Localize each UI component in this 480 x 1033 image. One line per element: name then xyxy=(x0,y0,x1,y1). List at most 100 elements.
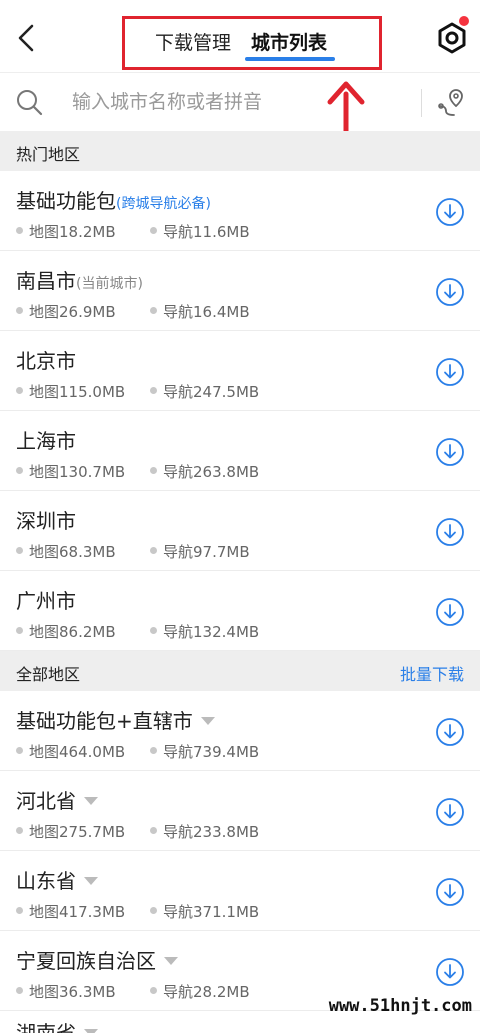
download-icon xyxy=(436,598,464,626)
map-size-text: 地图130.7MB xyxy=(29,463,126,481)
bullet-dot xyxy=(16,987,23,994)
download-button[interactable] xyxy=(435,437,465,467)
nav-size-text: 导航233.8MB xyxy=(163,823,260,841)
region-name: 湖南省 xyxy=(16,1021,76,1033)
caret-down-icon[interactable] xyxy=(84,876,98,885)
bullet-dot xyxy=(16,227,23,234)
notification-dot xyxy=(459,16,469,26)
caret-down-icon[interactable] xyxy=(84,1028,98,1033)
caret-down-icon[interactable] xyxy=(164,956,178,965)
region-name-wrap: 山东省 xyxy=(16,865,98,894)
city-name: 深圳市 xyxy=(16,509,76,533)
top-bar: 下载管理 城市列表 xyxy=(0,0,480,72)
download-button[interactable] xyxy=(435,957,465,987)
map-size: 地图115.0MB xyxy=(16,381,125,402)
download-button[interactable] xyxy=(435,357,465,387)
region-name: 基础功能包+直辖市 xyxy=(16,709,193,733)
download-icon xyxy=(436,958,464,986)
region-row[interactable]: 基础功能包+直辖市 地图464.0MB 导航739.4MB xyxy=(0,691,480,771)
search-bar xyxy=(0,72,480,130)
bullet-dot xyxy=(16,827,23,834)
nav-size-text: 导航97.7MB xyxy=(163,543,250,561)
download-button[interactable] xyxy=(435,717,465,747)
download-icon xyxy=(436,198,464,226)
download-button[interactable] xyxy=(435,877,465,907)
nav-size: 导航233.8MB xyxy=(150,821,259,842)
map-size-text: 地图115.0MB xyxy=(29,383,126,401)
nav-size-text: 导航28.2MB xyxy=(163,983,250,1001)
map-size: 地图18.2MB xyxy=(16,221,116,242)
download-button[interactable] xyxy=(435,197,465,227)
nav-size: 导航11.6MB xyxy=(150,221,250,242)
nav-size: 导航97.7MB xyxy=(150,541,250,562)
city-row[interactable]: 北京市 地图115.0MB 导航247.5MB xyxy=(0,331,480,411)
nav-size-text: 导航739.4MB xyxy=(163,743,260,761)
bullet-dot xyxy=(150,747,157,754)
region-name-wrap: 宁夏回族自治区 xyxy=(16,945,178,974)
nav-size: 导航16.4MB xyxy=(150,301,250,322)
nav-size-text: 导航132.4MB xyxy=(163,623,260,641)
bullet-dot xyxy=(16,547,23,554)
city-tag: (当前城市) xyxy=(76,276,143,292)
map-size-text: 地图464.0MB xyxy=(29,743,126,761)
bullet-dot xyxy=(16,467,23,474)
city-row[interactable]: 深圳市 地图68.3MB 导航97.7MB xyxy=(0,491,480,571)
tab-download-manager[interactable]: 下载管理 xyxy=(155,28,231,55)
nav-size-text: 导航16.4MB xyxy=(163,303,250,321)
nav-size: 导航739.4MB xyxy=(150,741,259,762)
download-icon xyxy=(436,358,464,386)
region-name-wrap: 河北省 xyxy=(16,785,98,814)
map-size: 地图130.7MB xyxy=(16,461,125,482)
city-name-wrap: 南昌市(当前城市) xyxy=(16,265,143,294)
bullet-dot xyxy=(16,627,23,634)
batch-download-link[interactable]: 批量下载 xyxy=(400,661,464,685)
route-location-icon[interactable] xyxy=(436,86,468,118)
map-size: 地图464.0MB xyxy=(16,741,125,762)
city-name: 基础功能包 xyxy=(16,189,116,213)
city-name: 广州市 xyxy=(16,589,76,613)
region-name: 山东省 xyxy=(16,869,76,893)
bullet-dot xyxy=(150,467,157,474)
map-size-text: 地图26.9MB xyxy=(29,303,116,321)
city-row[interactable]: 南昌市(当前城市) 地图26.9MB 导航16.4MB xyxy=(0,251,480,331)
nav-size-text: 导航263.8MB xyxy=(163,463,260,481)
nav-size: 导航28.2MB xyxy=(150,981,250,1002)
search-icon xyxy=(17,90,43,116)
city-name: 北京市 xyxy=(16,349,76,373)
watermark-text: www.51hnjt.com xyxy=(328,996,472,1016)
city-name: 上海市 xyxy=(16,429,76,453)
section-all-regions: 全部地区 批量下载 xyxy=(0,651,480,691)
region-name-wrap: 基础功能包+直辖市 xyxy=(16,705,215,734)
region-row[interactable]: 河北省 地图275.7MB 导航233.8MB xyxy=(0,771,480,851)
region-name: 河北省 xyxy=(16,789,76,813)
nav-size: 导航263.8MB xyxy=(150,461,259,482)
map-size: 地图275.7MB xyxy=(16,821,125,842)
bullet-dot xyxy=(150,987,157,994)
search-divider xyxy=(421,89,422,117)
map-size: 地图86.2MB xyxy=(16,621,116,642)
city-row[interactable]: 广州市 地图86.2MB 导航132.4MB xyxy=(0,571,480,651)
nav-size: 导航371.1MB xyxy=(150,901,259,922)
bullet-dot xyxy=(150,827,157,834)
caret-down-icon[interactable] xyxy=(200,716,215,725)
city-row[interactable]: 基础功能包(跨城导航必备) 地图18.2MB 导航11.6MB xyxy=(0,171,480,251)
nav-size: 导航132.4MB xyxy=(150,621,259,642)
download-button[interactable] xyxy=(435,597,465,627)
download-button[interactable] xyxy=(435,797,465,827)
bullet-dot xyxy=(16,307,23,314)
back-button[interactable] xyxy=(12,20,42,56)
region-name: 宁夏回族自治区 xyxy=(16,949,156,973)
download-button[interactable] xyxy=(435,277,465,307)
download-icon xyxy=(436,798,464,826)
map-size-text: 地图86.2MB xyxy=(29,623,116,641)
active-tab-indicator xyxy=(245,57,335,61)
section-hot-regions: 热门地区 xyxy=(0,131,480,171)
tab-city-list[interactable]: 城市列表 xyxy=(251,28,327,55)
region-row[interactable]: 山东省 地图417.3MB 导航371.1MB xyxy=(0,851,480,931)
section-label: 全部地区 xyxy=(16,665,81,684)
chevron-left-icon xyxy=(18,24,34,52)
city-row[interactable]: 上海市 地图130.7MB 导航263.8MB xyxy=(0,411,480,491)
caret-down-icon[interactable] xyxy=(84,796,98,805)
download-button[interactable] xyxy=(435,517,465,547)
map-size-text: 地图275.7MB xyxy=(29,823,126,841)
